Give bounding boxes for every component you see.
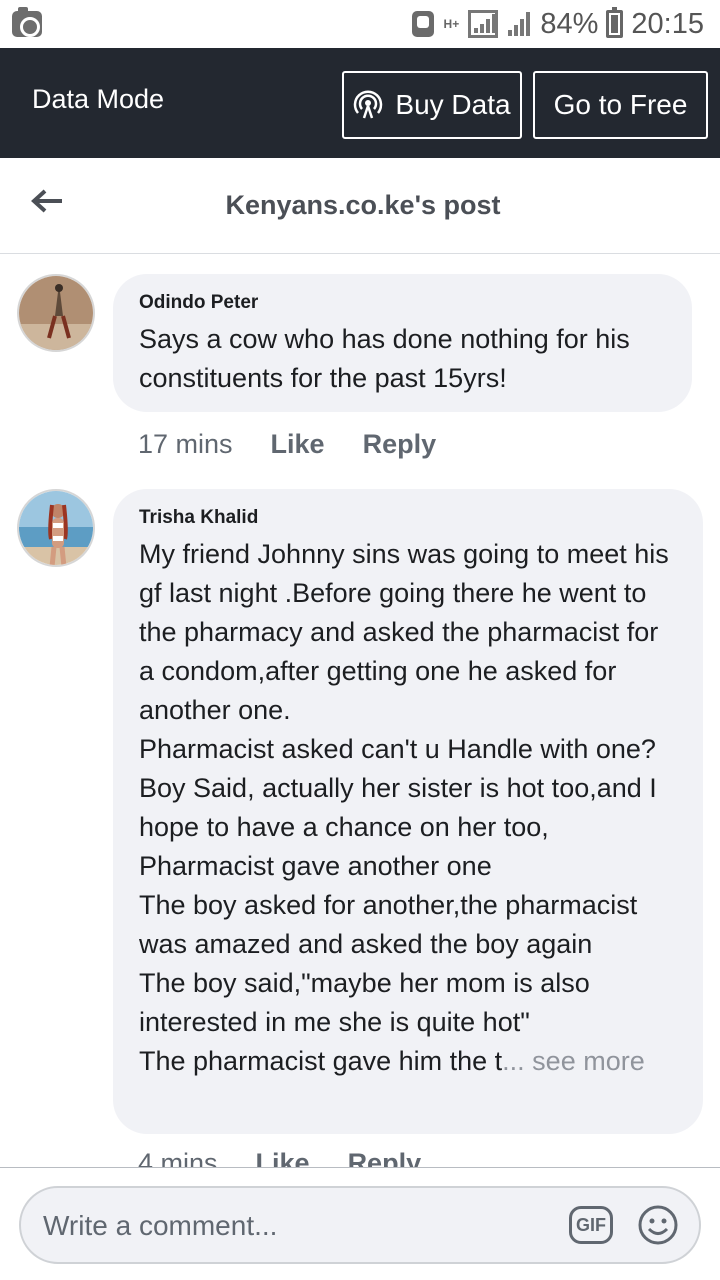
comment-bubble[interactable]: Trisha Khalid My friend Johnny sins was …	[113, 489, 703, 1134]
comment-input-placeholder: Write a comment...	[43, 1210, 278, 1241]
avatar-image	[19, 276, 93, 350]
call-status-icon	[412, 11, 435, 37]
comment-author[interactable]: Odindo Peter	[139, 292, 666, 314]
buy-data-label: Buy Data	[395, 89, 511, 120]
comment-input[interactable]: Write a comment... GIF	[19, 1186, 701, 1264]
avatar[interactable]	[17, 274, 95, 352]
reply-button[interactable]: Reply	[348, 1148, 422, 1167]
comment-actions: 17 mins Like Reply	[138, 429, 436, 460]
comment-time[interactable]: 4 mins	[138, 1148, 218, 1167]
network-type-icon: H+	[443, 16, 460, 31]
buy-data-button[interactable]: Buy Data	[342, 71, 522, 139]
comment-text: My friend Johnny sins was going to meet …	[139, 535, 677, 1081]
comment-composer: Write a comment... GIF	[0, 1167, 720, 1280]
signal-icon	[468, 10, 499, 38]
avatar-image	[19, 491, 93, 565]
data-mode-bar: Data Mode Buy Data Go to Free	[0, 48, 720, 158]
like-button[interactable]: Like	[271, 429, 325, 460]
comment-text: Says a cow who has done nothing for his …	[139, 324, 630, 393]
avatar[interactable]	[17, 489, 95, 567]
page-title: Kenyans.co.ke's post	[225, 190, 501, 220]
camera-icon	[12, 7, 42, 37]
comments-list: Odindo Peter Says a cow who has done not…	[0, 255, 720, 1167]
status-bar: H+ 84% 20:15	[0, 0, 720, 48]
comment-actions: 4 mins Like Reply	[138, 1148, 421, 1167]
clock: 20:15	[631, 7, 704, 40]
broadcast-icon	[354, 90, 383, 119]
signal-icon-2	[506, 10, 532, 38]
data-mode-title: Data Mode	[32, 84, 165, 114]
see-more-link[interactable]: ... see more	[502, 1046, 645, 1076]
like-button[interactable]: Like	[256, 1148, 310, 1167]
gif-icon[interactable]: GIF	[569, 1206, 613, 1244]
reply-button[interactable]: Reply	[363, 429, 437, 460]
go-to-free-button[interactable]: Go to Free	[533, 71, 708, 139]
battery-icon	[606, 7, 624, 38]
comment-time[interactable]: 17 mins	[138, 429, 233, 460]
battery-percent: 84%	[540, 7, 599, 40]
go-to-free-label: Go to Free	[553, 89, 688, 120]
post-header: Kenyans.co.ke's post	[0, 158, 720, 254]
emoji-icon[interactable]	[637, 1204, 679, 1246]
comment-author[interactable]: Trisha Khalid	[139, 507, 677, 529]
comment-text-body: My friend Johnny sins was going to meet …	[139, 539, 669, 1076]
comment-bubble[interactable]: Odindo Peter Says a cow who has done not…	[113, 274, 692, 412]
